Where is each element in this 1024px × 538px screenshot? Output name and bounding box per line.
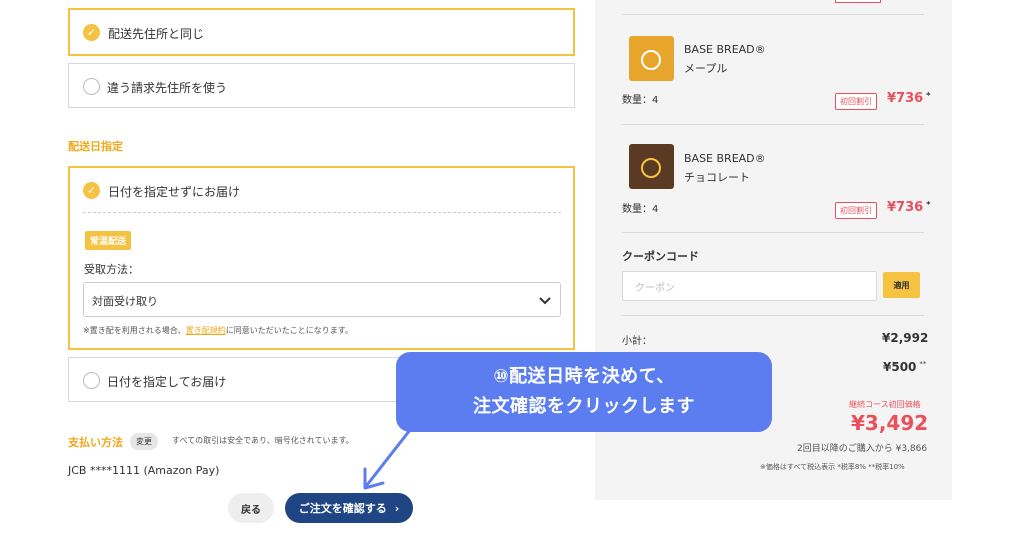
shipping-value: ¥500 ** [883, 360, 926, 374]
chevron-down-icon [539, 297, 551, 305]
bread-logo-icon [641, 50, 661, 70]
receive-method-label: 受取方法： [84, 263, 139, 276]
placement-note-prefix: ※置き配を利用される場合、 [83, 326, 186, 335]
product-flavor: メープル [684, 62, 728, 75]
bread-logo-icon [641, 158, 661, 178]
placement-note: ※置き配を利用される場合、置き配規約に同意いただいたことになります。 [83, 325, 353, 336]
delivery-option-no-date[interactable]: ✓ 日付を指定せずにお届け 常温配送 受取方法： 対面受け取り ※置き配を利用さ… [68, 166, 575, 350]
coupon-input[interactable]: クーポン [622, 271, 877, 301]
radio-icon [83, 78, 100, 95]
coupon-placeholder: クーポン [635, 282, 675, 294]
product-image-chocolate [629, 144, 674, 189]
tax-mark: * [926, 91, 931, 100]
payment-card-text: JCB ****1111 (Amazon Pay) [68, 464, 220, 477]
instruction-line-1: ⑩配送日時を決めて、 [493, 366, 675, 387]
back-button-label: 戻る [241, 504, 261, 516]
product-quantity: 数量：4 [622, 95, 659, 106]
confirm-order-button[interactable]: ご注文を確認する › [285, 493, 413, 523]
divider [622, 232, 924, 233]
product-price-value: ¥736 [887, 91, 924, 106]
placement-terms-link[interactable]: 置き配規約 [186, 326, 226, 335]
regular-delivery-tag: 常温配送 [85, 231, 132, 250]
coupon-title: クーポンコード [622, 250, 699, 263]
payment-change-button[interactable]: 変更 [130, 433, 158, 450]
product-quantity: 数量：4 [622, 204, 659, 215]
address-option-same-label: 配送先住所と同じ [108, 27, 205, 41]
divider [622, 14, 924, 15]
subtotal-value: ¥2,992 [882, 331, 929, 345]
shipping-amount: ¥500 [883, 360, 917, 374]
payment-secure-text: すべての取引は安全であり、暗号化されています。 [172, 436, 354, 445]
check-icon: ✓ [83, 182, 100, 199]
product-image-maple [629, 36, 674, 81]
instruction-line-2: 注文確認をクリックします [473, 396, 695, 417]
tax-mark: ** [919, 360, 927, 368]
subtotal-label: 小計： [622, 336, 652, 347]
instruction-callout: ⑩配送日時を決めて、 注文確認をクリックします [396, 352, 772, 432]
second-purchase-note: 2回目以降のご購入から ¥3,866 [797, 444, 928, 454]
receive-method-value: 対面受け取り [92, 295, 158, 308]
tax-mark: * [926, 200, 931, 209]
product-price: ¥736 * [887, 200, 930, 215]
first-discount-tag: 初回割引 [835, 202, 877, 219]
confirm-order-label: ご注文を確認する [298, 502, 387, 515]
placement-note-suffix: に同意いただいたことになります。 [225, 326, 353, 335]
first-discount-tag: 初回割引 [835, 93, 877, 110]
back-button[interactable]: 戻る [228, 493, 274, 523]
check-icon: ✓ [83, 24, 100, 41]
address-option-same[interactable]: ✓ 配送先住所と同じ [68, 8, 575, 56]
divider [622, 124, 924, 125]
product-flavor: チョコレート [684, 171, 750, 184]
course-price-label: 継続コース初回価格 [849, 400, 921, 409]
delivery-option-no-date-label: 日付を指定せずにお届け [108, 185, 241, 199]
arrow-icon [363, 428, 412, 490]
product-price: ¥736 * [887, 91, 930, 106]
tax-note: ※価格はすべて税込表示 *税率8% **税率10% [760, 463, 905, 471]
apply-coupon-button[interactable]: 適用 [883, 272, 920, 298]
product-brand: BASE BREAD® [684, 152, 766, 165]
divider [622, 315, 924, 316]
payment-title: 支払い方法 [68, 436, 123, 449]
address-option-other[interactable]: 違う請求先住所を使う [68, 63, 575, 108]
receive-method-select[interactable]: 対面受け取り [83, 282, 561, 317]
product-price-value: ¥736 [887, 200, 924, 215]
product-brand: BASE BREAD® [684, 43, 766, 56]
chevron-right-icon: › [394, 501, 400, 515]
total-price: ¥3,492 [851, 411, 929, 435]
divider [83, 212, 561, 213]
delivery-section-title: 配送日指定 [68, 140, 123, 153]
address-option-other-label: 違う請求先住所を使う [107, 81, 228, 95]
delivery-option-with-date-label: 日付を指定してお届け [107, 375, 227, 389]
radio-icon [83, 372, 100, 389]
truncated-discount-tag [835, 0, 881, 3]
